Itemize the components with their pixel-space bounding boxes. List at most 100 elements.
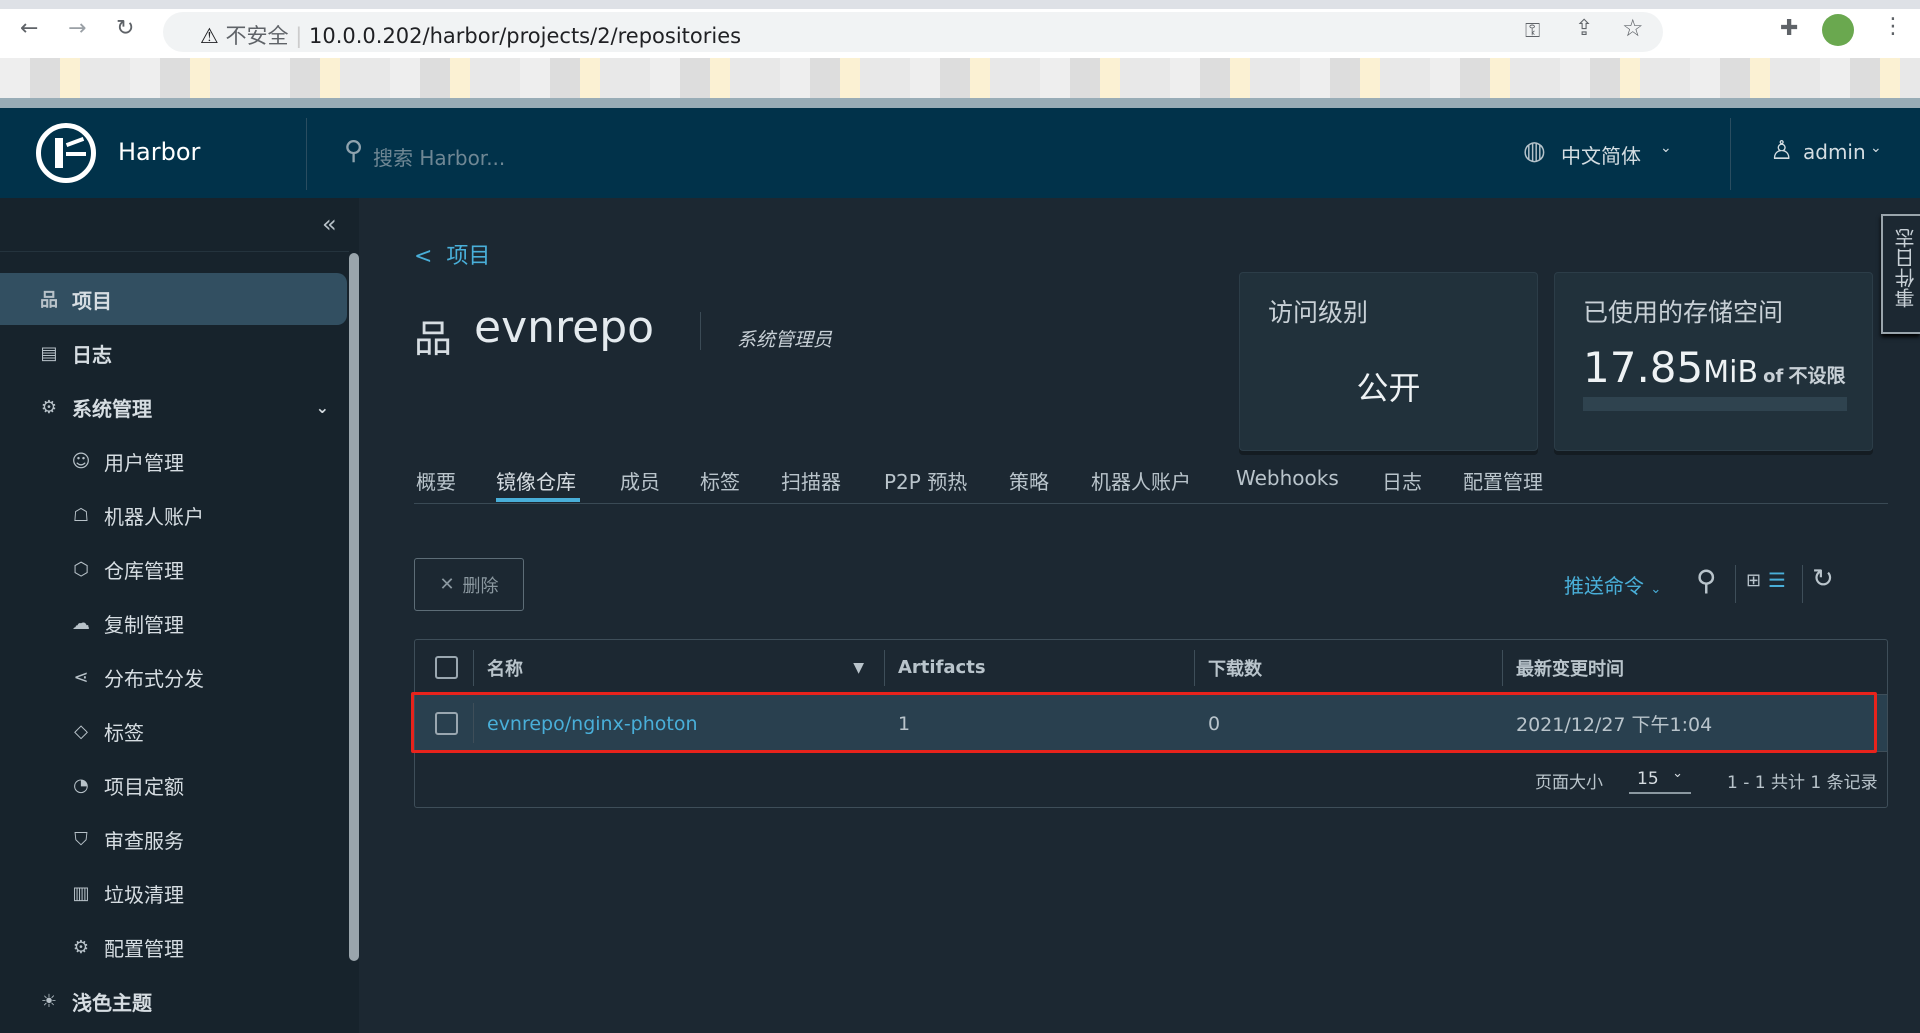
sidebar-item-label: 项目 bbox=[72, 288, 112, 313]
harbor-logo[interactable] bbox=[36, 123, 96, 183]
sidebar-item-6[interactable]: ☁ 复制管理 bbox=[0, 597, 347, 649]
delete-button[interactable]: ✕ 删除 bbox=[414, 558, 524, 611]
back-icon[interactable]: ← bbox=[20, 16, 38, 41]
highlight-box bbox=[411, 692, 1877, 753]
url: 10.0.0.202/harbor/projects/2/repositorie… bbox=[308, 24, 742, 48]
collapse-sidebar-icon[interactable]: « bbox=[322, 210, 337, 238]
storage-card: 已使用的存储空间 17.85MiB of 不设限 bbox=[1554, 272, 1873, 451]
tab-5[interactable]: P2P 预热 bbox=[884, 466, 967, 495]
storage-unit: MiB bbox=[1703, 355, 1759, 390]
table-footer: 页面大小 15 ⌄ 1 - 1 共计 1 条记录 bbox=[415, 752, 1887, 807]
profile-avatar[interactable] bbox=[1822, 14, 1854, 46]
tab-8[interactable]: Webhooks bbox=[1236, 466, 1339, 490]
column-artifacts[interactable]: Artifacts bbox=[884, 640, 1194, 695]
sidebar-item-label: 系统管理 bbox=[72, 396, 152, 421]
storage-usage: 17.85MiB of 不设限 bbox=[1583, 343, 1845, 392]
back-to-projects-link[interactable]: < 项目 bbox=[414, 238, 490, 270]
tab-6[interactable]: 策略 bbox=[1009, 466, 1049, 495]
share-icon[interactable]: ⇪ bbox=[1575, 16, 1593, 41]
sidebar: « 品项目 ▤ 日志 ⚙ 系统管理 ⌄ ☺ 用户管理 ☖ 机器人账户 ⬡ 仓库管理 ☁ 复制管理 ⋖ 分布式分… bbox=[0, 198, 359, 1033]
refresh-icon[interactable]: ↻ bbox=[1812, 564, 1834, 594]
users-icon: ☺ bbox=[71, 450, 91, 472]
role-label: 系统管理员 bbox=[737, 329, 833, 351]
bookmarks-bar bbox=[0, 58, 1920, 98]
page-size-label: 页面大小 bbox=[1535, 773, 1603, 793]
browser-tabstrip bbox=[0, 0, 1920, 9]
sidebar-item-3[interactable]: ☺ 用户管理 bbox=[0, 435, 347, 487]
forward-icon[interactable]: → bbox=[68, 16, 86, 41]
column-downloads-label: 下载数 bbox=[1208, 658, 1262, 680]
column-updated[interactable]: 最新变更时间 bbox=[1502, 640, 1887, 695]
sidebar-item-10[interactable]: ⛉ 审查服务 bbox=[0, 813, 347, 865]
tabs-divider bbox=[414, 503, 1888, 504]
sidebar-item-1[interactable]: ▤ 日志 bbox=[0, 327, 347, 379]
access-level-card: 访问级别 公开 bbox=[1239, 272, 1538, 451]
push-command-dropdown[interactable]: 推送命令 ⌄ bbox=[1564, 570, 1661, 599]
user-menu[interactable]: admin bbox=[1803, 140, 1866, 164]
storage-value: 17.85 bbox=[1583, 343, 1704, 392]
push-command-label: 推送命令 bbox=[1564, 574, 1644, 598]
chevron-down-icon[interactable]: ⌄ bbox=[316, 398, 329, 417]
sidebar-item-12[interactable]: ⚙ 配置管理 bbox=[0, 921, 347, 973]
tab-10[interactable]: 配置管理 bbox=[1463, 466, 1543, 495]
sidebar-item-5[interactable]: ⬡ 仓库管理 bbox=[0, 543, 347, 595]
page-size-value: 15 bbox=[1637, 769, 1659, 789]
column-artifacts-label: Artifacts bbox=[898, 657, 986, 678]
sidebar-item-11[interactable]: ▥ 垃圾清理 bbox=[0, 867, 347, 919]
list-view-icon[interactable]: ☰ bbox=[1768, 568, 1786, 592]
search-input[interactable]: 搜索 Harbor... bbox=[373, 142, 505, 171]
sidebar-item-0[interactable]: 品项目 bbox=[0, 273, 347, 325]
star-icon[interactable]: ☆ bbox=[1622, 14, 1644, 42]
tab-3[interactable]: 标签 bbox=[700, 466, 740, 495]
theme-toggle-label: 浅色主题 bbox=[72, 990, 152, 1015]
chevron-down-icon: ⌄ bbox=[1660, 140, 1672, 156]
card-view-icon[interactable]: ⊞ bbox=[1746, 570, 1761, 591]
page-size-select[interactable]: 15 ⌄ bbox=[1629, 764, 1691, 794]
tab-0[interactable]: 概要 bbox=[416, 466, 456, 495]
select-all-checkbox[interactable] bbox=[435, 656, 458, 679]
extensions-icon[interactable]: ✚ bbox=[1780, 16, 1798, 41]
key-icon[interactable]: ⚿ bbox=[1525, 18, 1540, 42]
pagination-summary: 1 - 1 共计 1 条记录 bbox=[1727, 773, 1878, 793]
sidebar-item-7[interactable]: ⋖ 分布式分发 bbox=[0, 651, 347, 703]
access-level-value: 公开 bbox=[1356, 369, 1421, 407]
log-icon: ▤ bbox=[40, 342, 58, 364]
sidebar-scrollbar[interactable] bbox=[349, 253, 359, 961]
globe-icon: ◍ bbox=[1523, 136, 1546, 166]
sidebar-item-2[interactable]: ⚙ 系统管理 ⌄ bbox=[0, 381, 347, 433]
theme-toggle[interactable]: ☀ 浅色主题 bbox=[0, 975, 347, 1027]
language-selector[interactable]: 中文简体 bbox=[1561, 140, 1641, 169]
sidebar-item-8[interactable]: ◇ 标签 bbox=[0, 705, 347, 757]
filter-icon[interactable]: ▼ bbox=[853, 660, 864, 676]
table-header: 名称 ▼ Artifacts 下载数 最新变更时间 bbox=[415, 640, 1887, 695]
sidebar-item-label: 日志 bbox=[72, 342, 112, 367]
tab-4[interactable]: 扫描器 bbox=[781, 466, 841, 495]
sidebar-item-label: 垃圾清理 bbox=[104, 882, 184, 907]
column-name-label: 名称 bbox=[487, 658, 523, 680]
column-downloads[interactable]: 下载数 bbox=[1194, 640, 1502, 695]
divider bbox=[306, 118, 307, 190]
sidebar-item-label: 复制管理 bbox=[104, 612, 184, 637]
sidebar-item-4[interactable]: ☖ 机器人账户 bbox=[0, 489, 347, 541]
menu-icon[interactable]: ⋮ bbox=[1882, 14, 1904, 39]
tab-1[interactable]: 镜像仓库 bbox=[496, 466, 576, 495]
url-text[interactable]: ⚠ 不安全 | 10.0.0.202/harbor/projects/2/rep… bbox=[200, 20, 741, 50]
cloud-icon: ☁ bbox=[72, 612, 90, 634]
tab-7[interactable]: 机器人账户 bbox=[1091, 466, 1191, 495]
quota-icon: ◔ bbox=[73, 774, 89, 796]
search-icon[interactable]: ⚲ bbox=[1696, 564, 1717, 597]
tab-2[interactable]: 成员 bbox=[620, 466, 660, 495]
sidebar-item-9[interactable]: ◔ 项目定额 bbox=[0, 759, 347, 811]
app-header: Harbor ⚲ 搜索 Harbor... ◍ 中文简体 ⌄ ♙ admin ⌄ bbox=[0, 108, 1920, 198]
close-icon: ✕ bbox=[439, 574, 455, 595]
tab-9[interactable]: 日志 bbox=[1382, 466, 1422, 495]
tag-icon: ◇ bbox=[74, 720, 88, 742]
event-log-toggle[interactable]: 事件日志 bbox=[1881, 214, 1920, 334]
brand-name[interactable]: Harbor bbox=[118, 138, 200, 166]
column-name[interactable]: 名称 ▼ bbox=[473, 640, 884, 695]
active-tab-indicator bbox=[496, 498, 580, 502]
storage-limit: 不设限 bbox=[1788, 365, 1846, 387]
gear-icon: ⚙ bbox=[72, 936, 90, 958]
reload-icon[interactable]: ↻ bbox=[116, 16, 134, 41]
insecure-label: 不安全 bbox=[225, 24, 289, 48]
